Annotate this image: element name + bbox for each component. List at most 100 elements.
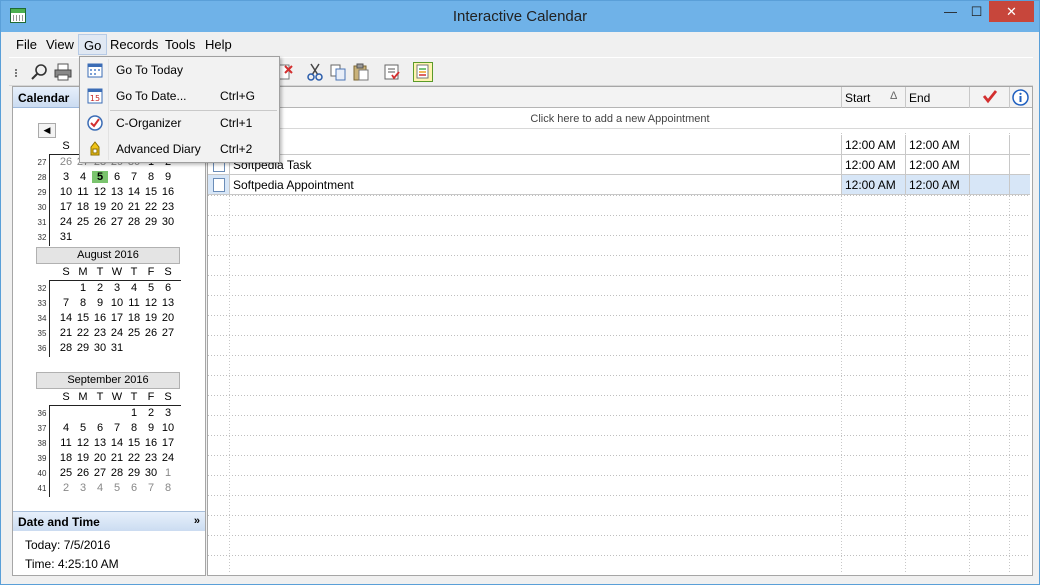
maximize-button[interactable]: ☐ <box>964 1 989 22</box>
calendar-day[interactable]: 20 <box>92 452 108 464</box>
calendar-day[interactable]: 3 <box>75 482 91 494</box>
calendar-day[interactable]: 13 <box>160 297 176 309</box>
calendar-day[interactable]: 26 <box>92 216 108 228</box>
calendar-day[interactable]: 20 <box>109 201 125 213</box>
calendar-day[interactable]: 14 <box>109 437 125 449</box>
calendar-day[interactable]: 16 <box>92 312 108 324</box>
header-subject-column[interactable] <box>229 87 841 108</box>
row-complete[interactable] <box>969 155 1009 175</box>
calendar-day[interactable]: 25 <box>75 216 91 228</box>
calendar-day[interactable]: 25 <box>58 467 74 479</box>
calendar-day[interactable]: 29 <box>126 467 142 479</box>
row-end[interactable]: 12:00 AM <box>905 175 969 195</box>
calendar-day[interactable]: 19 <box>143 312 159 324</box>
close-button[interactable]: ✕ <box>989 1 1034 22</box>
calendar-day[interactable]: 18 <box>75 201 91 213</box>
calendar-day[interactable]: 26 <box>75 467 91 479</box>
calendar-day[interactable]: 21 <box>126 201 142 213</box>
calendar-day[interactable]: 4 <box>75 171 91 183</box>
row-info[interactable] <box>1009 155 1030 175</box>
calendar-day[interactable]: 11 <box>58 437 74 449</box>
calendar-day[interactable]: 13 <box>109 186 125 198</box>
menu-tools[interactable]: Tools <box>165 37 195 52</box>
minimize-button[interactable]: — <box>937 1 964 22</box>
menu-go[interactable]: Go <box>78 34 108 55</box>
calendar-day[interactable]: 27 <box>109 216 125 228</box>
calendar-day[interactable]: 7 <box>126 171 142 183</box>
calendar-day[interactable]: 16 <box>160 186 176 198</box>
calendar-day[interactable]: 28 <box>109 467 125 479</box>
calendar-day[interactable]: 22 <box>126 452 142 464</box>
calendar-day[interactable]: 3 <box>58 171 74 183</box>
calendar-day[interactable]: 11 <box>75 186 91 198</box>
row-start[interactable]: 12:00 AM <box>841 135 905 155</box>
calendar-day[interactable]: 7 <box>109 422 125 434</box>
calendar-day[interactable]: 17 <box>160 437 176 449</box>
menu-help[interactable]: Help <box>205 37 232 52</box>
calendar-day[interactable]: 14 <box>126 186 142 198</box>
calendar-day[interactable]: 2 <box>58 482 74 494</box>
calendar-day[interactable]: 6 <box>160 282 176 294</box>
row-subject[interactable]: Softpedia Task <box>229 155 841 175</box>
calendar-day[interactable]: 4 <box>92 482 108 494</box>
add-appointment-row[interactable]: Click here to add a new Appointment <box>208 109 1032 129</box>
calendar-day[interactable]: 2 <box>92 282 108 294</box>
calendar-day[interactable]: 31 <box>58 231 74 243</box>
calendar-day[interactable]: 12 <box>143 297 159 309</box>
month-title-september[interactable]: September 2016 <box>36 372 180 389</box>
search-icon[interactable] <box>31 63 49 81</box>
cut-icon[interactable] <box>306 63 324 81</box>
calendar-day[interactable]: 29 <box>143 216 159 228</box>
calendar-day[interactable]: 4 <box>126 282 142 294</box>
header-end-column[interactable]: End <box>905 87 969 108</box>
calendar-day[interactable]: 1 <box>160 467 176 479</box>
calendar-day[interactable]: 2 <box>143 407 159 419</box>
calendar-day[interactable]: 3 <box>109 282 125 294</box>
calendar-day[interactable]: 27 <box>92 467 108 479</box>
calendar-day[interactable]: 12 <box>92 186 108 198</box>
date-time-header[interactable]: Date and Time » <box>13 511 205 531</box>
calendar-day[interactable]: 28 <box>126 216 142 228</box>
menu-item-advanced-diary[interactable]: Advanced Diary Ctrl+2 <box>82 137 277 161</box>
calendar-day[interactable]: 10 <box>109 297 125 309</box>
row-subject[interactable]: Softpedia Appointment <box>229 175 841 195</box>
calendar-day[interactable]: 4 <box>58 422 74 434</box>
calendar-day[interactable]: 6 <box>126 482 142 494</box>
calendar-day[interactable]: 15 <box>143 186 159 198</box>
calendar-day[interactable]: 16 <box>143 437 159 449</box>
copy-icon[interactable] <box>329 63 347 81</box>
calendar-day[interactable]: 21 <box>109 452 125 464</box>
calendar-day[interactable]: 24 <box>58 216 74 228</box>
calendar-day[interactable]: 17 <box>109 312 125 324</box>
row-subject[interactable]: Test <box>229 135 841 155</box>
month-title-august[interactable]: August 2016 <box>36 247 180 264</box>
calendar-day[interactable]: 8 <box>160 482 176 494</box>
previous-month-button[interactable]: ◀ <box>38 123 56 138</box>
calendar-day[interactable]: 8 <box>75 297 91 309</box>
row-start[interactable]: 12:00 AM <box>841 175 905 195</box>
menu-item-go-to-date[interactable]: 15 Go To Date... Ctrl+G <box>82 84 277 108</box>
calendar-day-today[interactable]: 5 <box>92 171 108 183</box>
calendar-day[interactable]: 8 <box>126 422 142 434</box>
calendar-day[interactable]: 10 <box>58 186 74 198</box>
calendar-day[interactable]: 24 <box>109 327 125 339</box>
calendar-day[interactable]: 5 <box>75 422 91 434</box>
calendar-day[interactable]: 5 <box>143 282 159 294</box>
row-info[interactable] <box>1009 135 1030 155</box>
checklist-icon[interactable] <box>383 63 401 81</box>
calendar-day[interactable]: 22 <box>75 327 91 339</box>
calendar-day[interactable]: 19 <box>75 452 91 464</box>
calendar-day[interactable]: 26 <box>58 156 74 168</box>
print-icon[interactable] <box>54 63 72 81</box>
calendar-day[interactable]: 26 <box>143 327 159 339</box>
calendar-day[interactable]: 8 <box>143 171 159 183</box>
calendar-day[interactable]: 3 <box>160 407 176 419</box>
calendar-day[interactable]: 30 <box>92 342 108 354</box>
menu-records[interactable]: Records <box>110 37 158 52</box>
calendar-day[interactable]: 24 <box>160 452 176 464</box>
row-info[interactable] <box>1009 175 1030 195</box>
calendar-day[interactable]: 15 <box>126 437 142 449</box>
calendar-day[interactable]: 10 <box>160 422 176 434</box>
notes-icon[interactable] <box>413 62 433 82</box>
row-end[interactable]: 12:00 AM <box>905 155 969 175</box>
